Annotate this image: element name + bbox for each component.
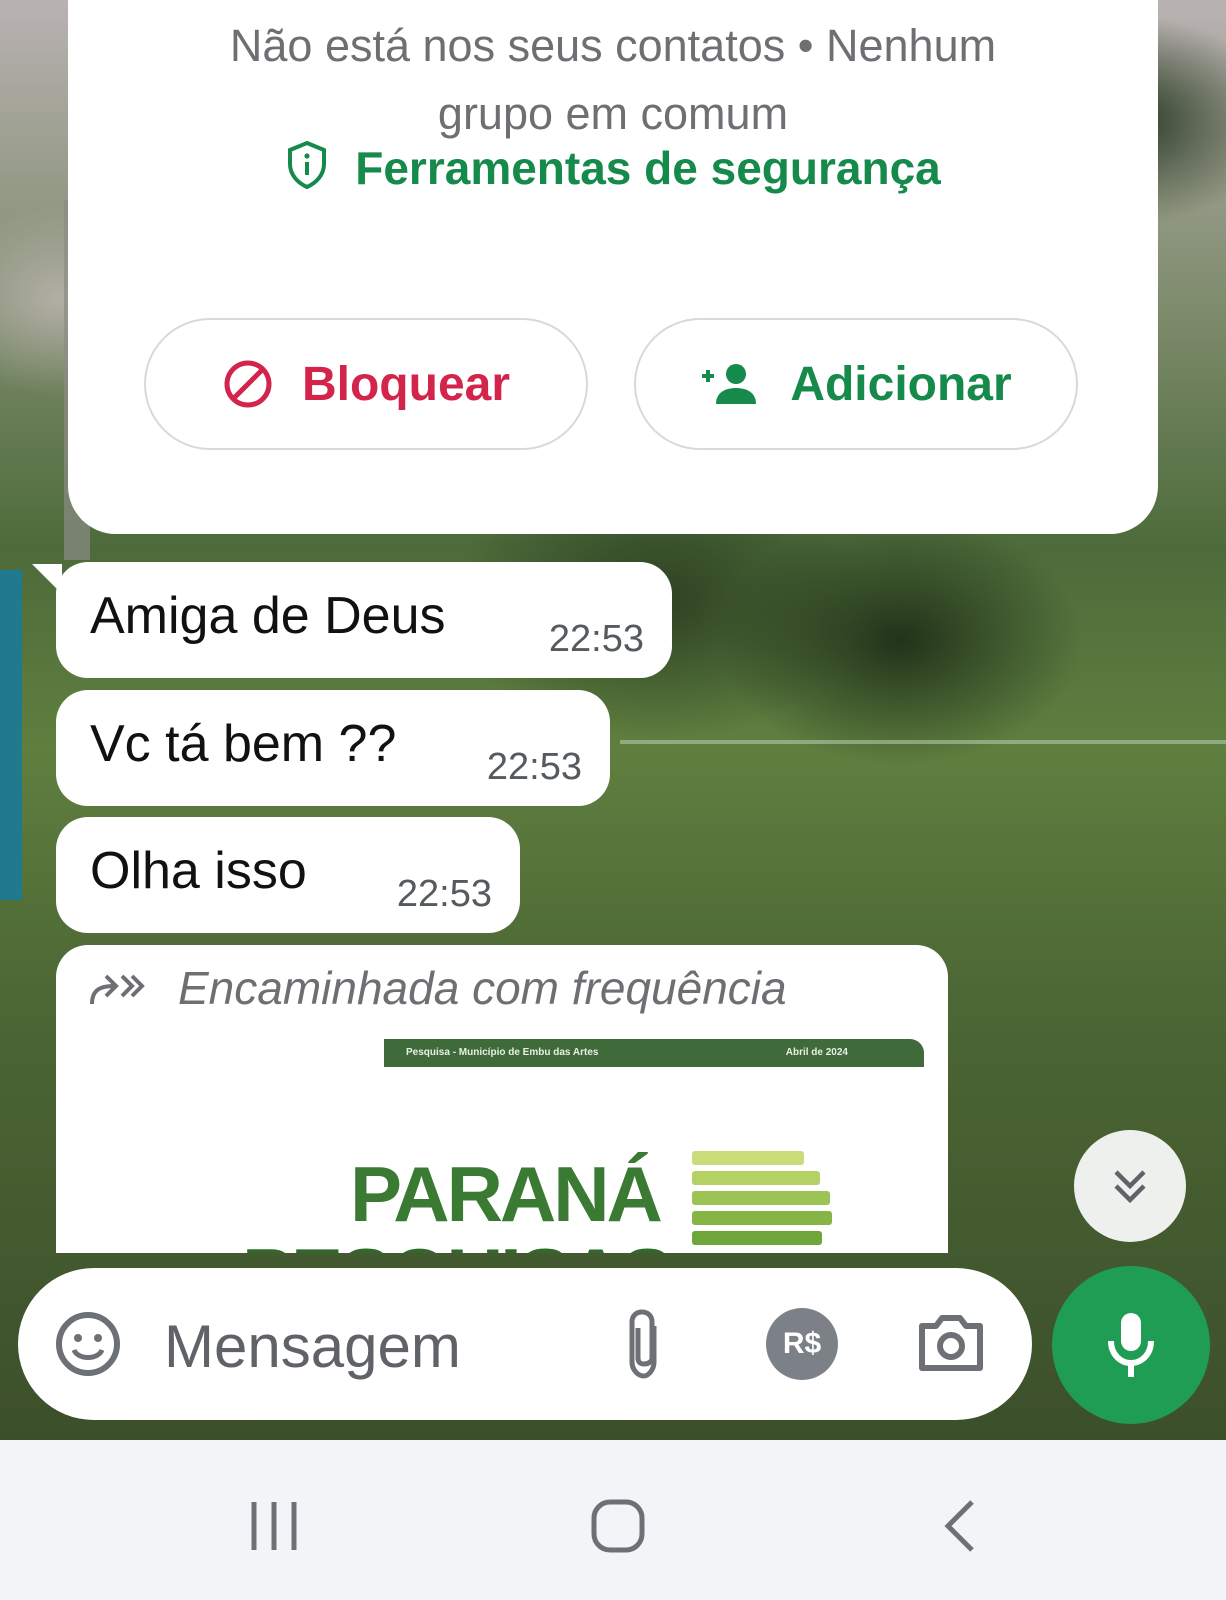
document-header-left: Pesquisa - Município de Embu das Artes: [406, 1047, 599, 1058]
message-text: Vc tá bem ??: [90, 715, 397, 773]
block-label: Bloquear: [301, 357, 511, 411]
home-icon[interactable]: [590, 1498, 646, 1554]
message-time: 22:53: [486, 746, 582, 788]
forwarded-label: Encaminhada com frequência: [88, 961, 787, 1015]
voice-record-button[interactable]: [1052, 1266, 1210, 1424]
brand-logo-stripes: [692, 1151, 832, 1251]
message-time: 22:53: [548, 618, 644, 660]
message-bubble[interactable]: Vc tá bem ?? 22:53: [56, 690, 610, 806]
payment-icon[interactable]: R$: [766, 1308, 838, 1380]
back-icon[interactable]: [940, 1498, 980, 1554]
message-input[interactable]: Mensagem: [164, 1312, 461, 1381]
camera-icon[interactable]: [916, 1310, 986, 1374]
forwarded-image-message[interactable]: Encaminhada com frequência Pesquisa - Mu…: [56, 945, 948, 1253]
brand-logo-line1: PARANÁ: [350, 1150, 663, 1238]
scroll-down-icon: [1114, 1170, 1146, 1204]
message-text: Olha isso: [90, 842, 307, 900]
document-header-right: Abril de 2024: [785, 1047, 848, 1058]
contact-info-text: Não está nos seus contatos • Nenhum grup…: [229, 20, 997, 139]
recents-icon[interactable]: [246, 1498, 302, 1554]
message-time: 22:53: [396, 873, 492, 915]
document-header-bar: Pesquisa - Município de Embu das Artes A…: [384, 1039, 924, 1067]
system-navigation-bar: [0, 1440, 1226, 1600]
scroll-to-bottom-button[interactable]: [1074, 1130, 1186, 1242]
add-contact-label: Adicionar: [790, 357, 1012, 411]
add-contact-button[interactable]: Adicionar: [634, 318, 1078, 450]
shield-icon: [288, 140, 327, 190]
safety-tools-label: Ferramentas de segurança: [355, 142, 941, 194]
unknown-contact-card: Não está nos seus contatos • Nenhum grup…: [68, 0, 1158, 534]
message-bubble[interactable]: Amiga de Deus 22:53: [56, 562, 672, 678]
safety-tools-link[interactable]: Ferramentas de segurança: [68, 140, 1158, 195]
wallpaper-fence: [620, 740, 1226, 744]
message-bubble[interactable]: Olha isso 22:53: [56, 817, 520, 933]
brand-logo-line2: PESQUISAS: [242, 1231, 673, 1253]
message-text: Amiga de Deus: [90, 587, 446, 645]
forwarded-text: Encaminhada com frequência: [178, 962, 787, 1014]
wallpaper-tank: [0, 570, 22, 900]
attach-icon[interactable]: [624, 1308, 664, 1380]
add-contact-icon: [702, 364, 757, 404]
emoji-icon[interactable]: [54, 1310, 122, 1378]
message-composer: Mensagem R$: [18, 1268, 1032, 1420]
forward-icon: [90, 974, 145, 1005]
block-icon: [224, 360, 272, 408]
block-button[interactable]: Bloquear: [144, 318, 588, 450]
mic-icon: [1108, 1313, 1154, 1377]
